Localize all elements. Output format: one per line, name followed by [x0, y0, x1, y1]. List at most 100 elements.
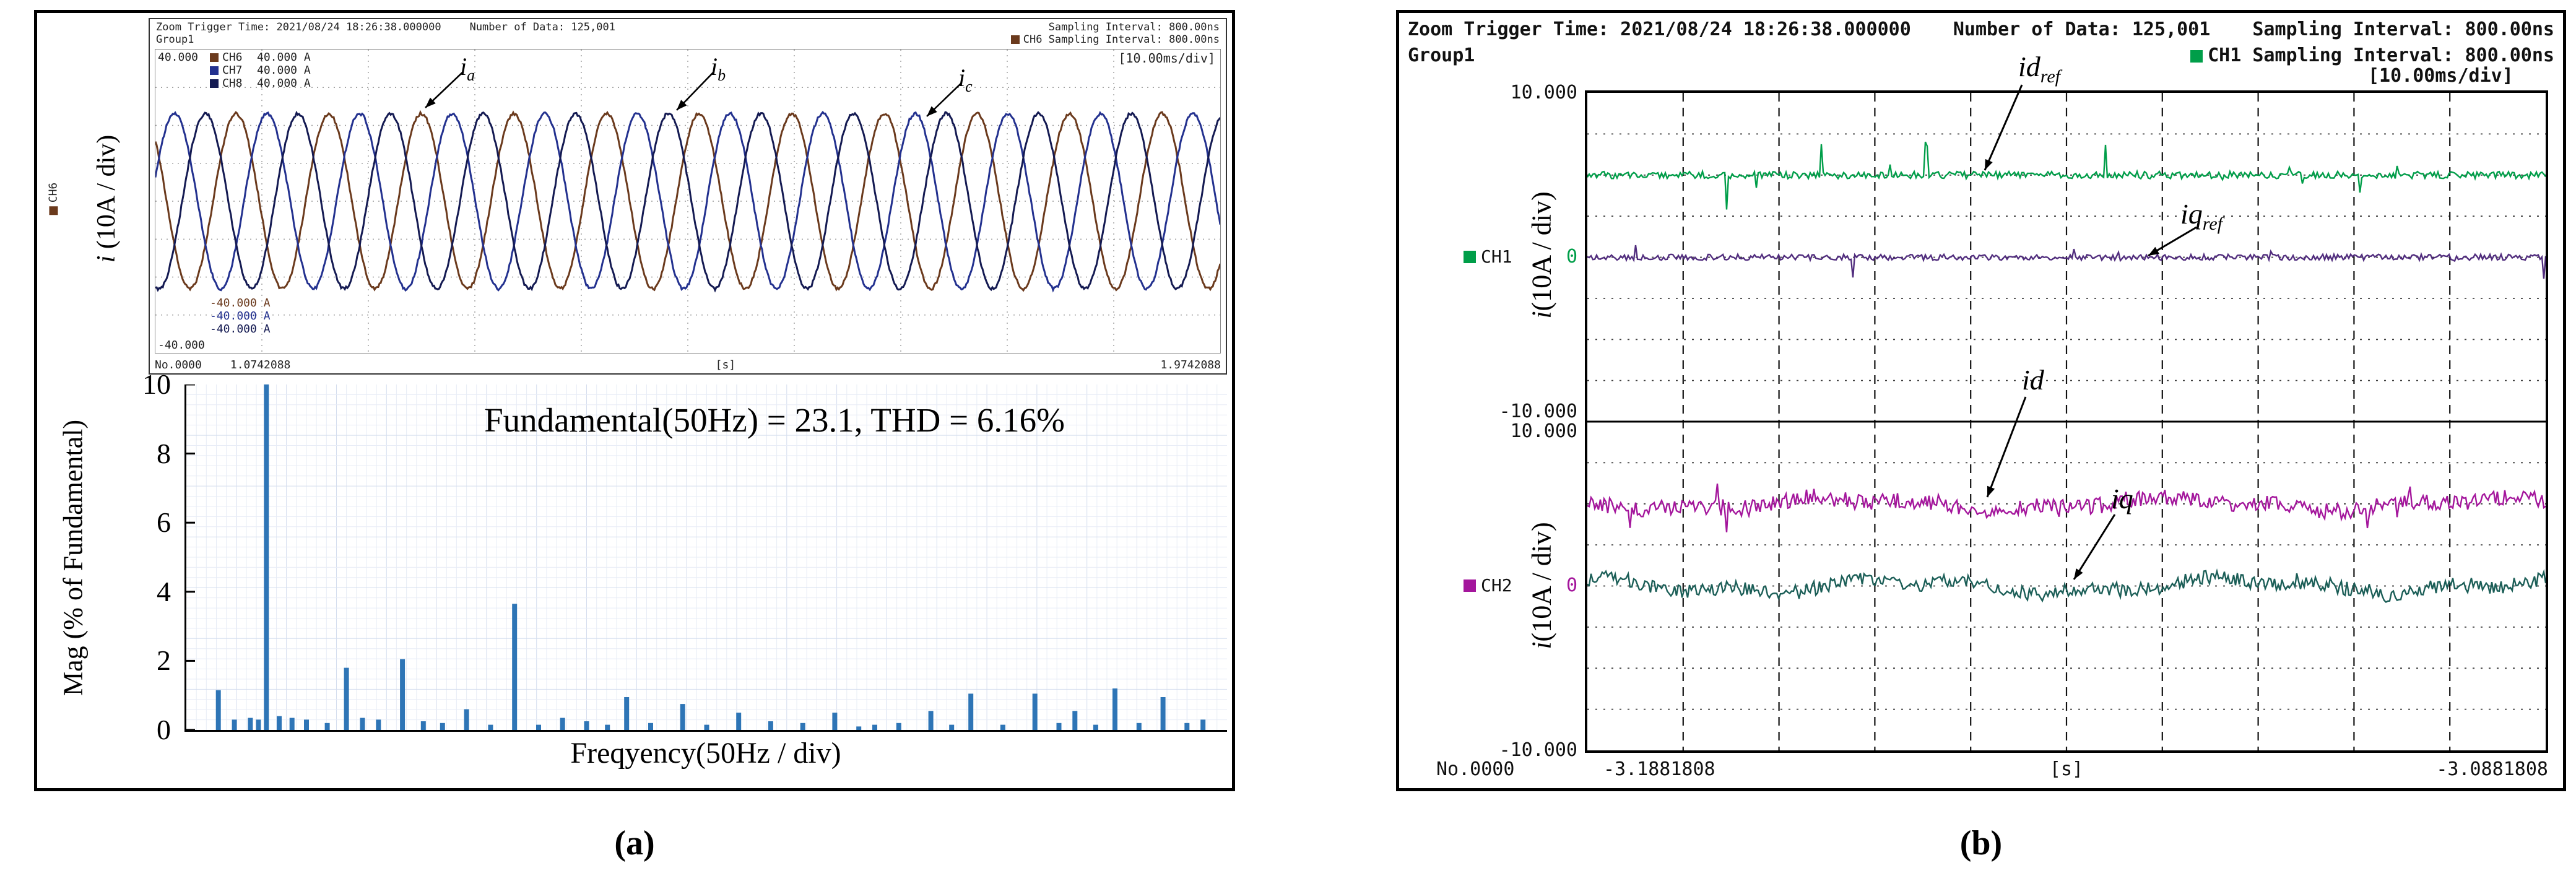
scope-a-time-unit: [s]	[716, 358, 736, 371]
trace-label-ib: ib	[711, 52, 726, 85]
channel-readout: CH6 40.000 A	[210, 51, 311, 64]
channel-name: CH6	[222, 51, 257, 64]
scope-a-group: Group1	[156, 33, 194, 46]
trace-label-base: i	[711, 53, 718, 80]
scope-b-time-per-div: [10.00ms/div]	[2368, 65, 2513, 87]
fft-ytick: 6	[124, 507, 171, 538]
axis-label-units: (10A / div)	[92, 135, 121, 256]
fft-ytick: 10	[124, 369, 171, 400]
trace-label-base: id	[2022, 364, 2044, 396]
trace-label-base: iq	[2180, 198, 2203, 230]
axis-label-i: i	[1527, 311, 1557, 318]
scope-b-plot	[1585, 90, 2548, 753]
ytick-bot-max: 10.000	[1480, 421, 1577, 442]
trace-label-id: id	[2022, 363, 2044, 401]
ch6-marker-label: CH6	[47, 183, 60, 203]
ytick-bot-min: -10.000	[1480, 740, 1577, 761]
channel-marker-ch1: CH1	[1464, 247, 1512, 267]
oscilloscope-a: Zoom Trigger Time: 2021/08/24 18:26:38.0…	[149, 18, 1227, 375]
panel-b: Zoom Trigger Time: 2021/08/24 18:26:38.0…	[1396, 10, 2566, 791]
scope-b-top-y-axis-label: i(10A / div)	[1526, 191, 1558, 318]
caption-b: (b)	[1396, 823, 2566, 863]
scope-a-time-per-div: [10.00ms/div]	[1118, 51, 1215, 66]
scope-b-bottom-y-axis-label: i(10A / div)	[1526, 522, 1558, 649]
trace-label-base: i	[460, 53, 467, 80]
scope-b-ch-sampling-text: CH1 Sampling Interval: 800.00ns	[2208, 45, 2554, 66]
scope-a-footer: No.0000 1.0742088 [s] 1.9742088	[155, 358, 1221, 371]
scope-b-sampling-interval: Sampling Interval: 800.00ns	[2252, 17, 2554, 43]
fft-ytick: 8	[124, 438, 171, 469]
scope-a-channel-readouts: CH6 40.000 A CH7 40.000 A CH8 40.000 A	[210, 51, 311, 90]
axis-label-units: (10A / div)	[1527, 522, 1557, 641]
trace-label-ia: ia	[460, 52, 475, 85]
ch7-color-swatch	[210, 66, 219, 75]
scope-a-sampling-interval: Sampling Interval: 800.00ns	[1049, 21, 1220, 33]
ch1-color-swatch	[2190, 50, 2203, 63]
axis-label-i: i	[92, 256, 121, 263]
scope-a-trigger-time: Zoom Trigger Time: 2021/08/24 18:26:38.0…	[156, 21, 441, 33]
fft-x-axis-label: Freqyency(50Hz / div)	[184, 736, 1227, 770]
channel-min: -40.000 A	[210, 297, 271, 310]
ch6-color-swatch	[50, 206, 58, 215]
scope-a-channel-min-readouts: -40.000 A -40.000 A -40.000 A	[210, 297, 271, 336]
fft-ytick: 2	[124, 645, 171, 676]
channel-readout: CH8 40.000 A	[210, 77, 311, 90]
axis-label-i: i	[1527, 641, 1557, 649]
dq-current-waveform-chart	[1587, 93, 2546, 750]
trace-label-sub: b	[718, 66, 726, 84]
channel-readout: CH7 40.000 A	[210, 64, 311, 77]
trace-label-iq: iq	[2111, 482, 2133, 519]
trace-label-iqref: iqref	[2180, 197, 2223, 235]
scope-b-data-count: Number of Data: 125,001	[1953, 17, 2210, 43]
ytick-top-max: 10.000	[1480, 82, 1577, 103]
scope-b-trigger-time: Zoom Trigger Time: 2021/08/24 18:26:38.0…	[1408, 17, 1911, 43]
ch2-marker-label: CH2	[1481, 576, 1512, 596]
panel-a: CH6 i (10A / div) Zoom Trigger Time: 202…	[34, 10, 1235, 791]
ch2-color-swatch	[1464, 579, 1476, 592]
scope-a-plot: 40.000 CH6 40.000 A CH7 40.000 A CH8	[155, 49, 1221, 354]
fft-annotation: Fundamental(50Hz) = 23.1, THD = 6.16%	[341, 401, 1208, 440]
trace-label-base: id	[2018, 51, 2040, 82]
fft-plot: Fundamental(50Hz) = 23.1, THD = 6.16%	[184, 384, 1227, 732]
fft-ytick: 4	[124, 576, 171, 607]
scope-b-group: Group1	[1408, 43, 1475, 69]
trace-label-sub: c	[965, 77, 973, 95]
ytick-top-min: -10.000	[1480, 401, 1577, 422]
channel-range: 40.000 A	[257, 51, 311, 64]
channel-marker-ch6: CH6	[47, 183, 60, 215]
caption-a: (a)	[34, 823, 1235, 863]
trace-label-base: iq	[2111, 483, 2133, 514]
fft-y-axis-label: Mag (% of Fundamental)	[58, 420, 89, 696]
channel-range: 40.000 A	[257, 77, 311, 90]
trace-label-sub: ref	[2040, 66, 2060, 87]
trace-label-idref: idref	[2018, 50, 2060, 87]
channel-name: CH8	[222, 77, 257, 90]
axis-label-units: (10A / div)	[1527, 191, 1557, 311]
scope-a-y-axis-label: i (10A / div)	[92, 135, 121, 263]
ch8-color-swatch	[210, 79, 219, 88]
scope-b-header: Zoom Trigger Time: 2021/08/24 18:26:38.0…	[1408, 17, 2554, 69]
scope-a-ch-sampling-text: CH6 Sampling Interval: 800.00ns	[1023, 33, 1220, 46]
three-phase-waveform-chart	[155, 50, 1220, 353]
ch6-color-swatch	[210, 53, 219, 62]
trace-label-ic: ic	[958, 63, 973, 96]
ch1-color-swatch	[1464, 251, 1476, 263]
scope-a-ymax: 40.000	[158, 51, 198, 64]
scope-a-ch-sampling: CH6 Sampling Interval: 800.00ns	[1011, 33, 1220, 46]
channel-marker-ch2: CH2	[1464, 576, 1512, 596]
scope-a-ymin: -40.000	[158, 339, 205, 352]
ch6-color-swatch	[1011, 35, 1020, 44]
channel-min: -40.000 A	[210, 310, 271, 323]
scope-b-time-end: -3.0881808	[2328, 758, 2548, 780]
scope-a-data-count: Number of Data: 125,001	[470, 21, 615, 33]
trace-label-base: i	[958, 64, 965, 92]
channel-name: CH7	[222, 64, 257, 77]
scope-a-time-end: 1.9742088	[1160, 358, 1221, 371]
channel-range: 40.000 A	[257, 64, 311, 77]
fft-ytick: 0	[124, 714, 171, 745]
figure-page: CH6 i (10A / div) Zoom Trigger Time: 202…	[0, 0, 2576, 881]
scope-b-record-number: No.0000	[1436, 758, 1514, 780]
channel-min: -40.000 A	[210, 323, 271, 336]
scope-a-header: Zoom Trigger Time: 2021/08/24 18:26:38.0…	[150, 19, 1226, 48]
ch1-marker-label: CH1	[1481, 247, 1512, 267]
